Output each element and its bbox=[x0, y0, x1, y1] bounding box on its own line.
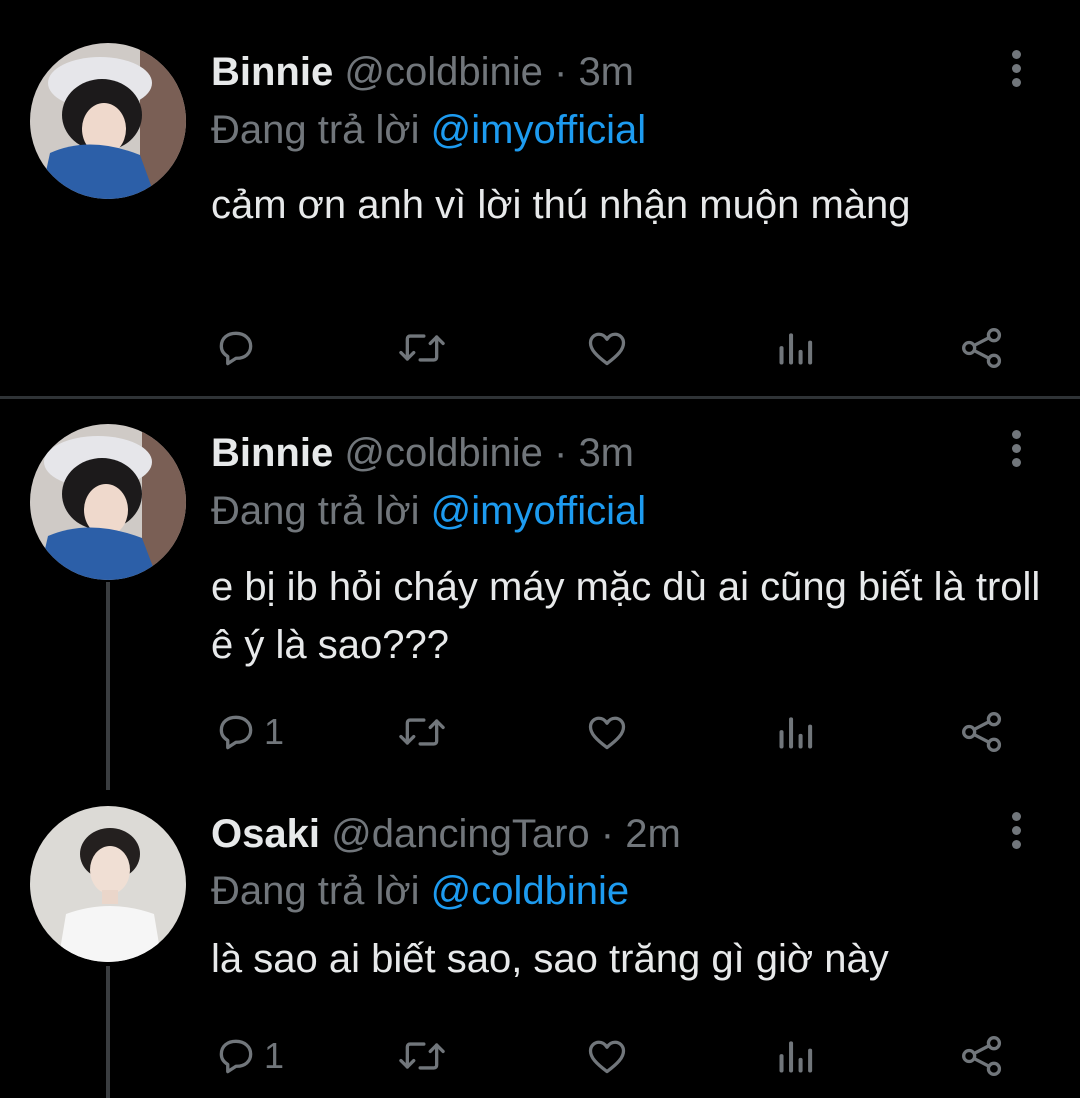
like-button[interactable] bbox=[584, 1026, 630, 1086]
more-icon[interactable] bbox=[1008, 430, 1024, 474]
reply-button[interactable] bbox=[214, 318, 264, 378]
reply-count: 1 bbox=[264, 1035, 285, 1076]
replying-to: Đang trả lời @imyofficial bbox=[211, 102, 646, 158]
retweet-button[interactable] bbox=[396, 702, 448, 762]
author-handle[interactable]: @dancingTaro bbox=[331, 812, 590, 856]
retweet-icon bbox=[399, 718, 445, 746]
author-name[interactable]: Osaki bbox=[211, 812, 320, 856]
replying-to: Đang trả lời @imyofficial bbox=[211, 483, 646, 539]
retweet-icon bbox=[399, 1042, 445, 1070]
share-button[interactable] bbox=[958, 1026, 1006, 1086]
action-bar bbox=[0, 318, 1080, 378]
views-button[interactable] bbox=[774, 702, 818, 762]
like-button[interactable] bbox=[584, 318, 630, 378]
mention-link[interactable]: @imyofficial bbox=[431, 108, 646, 152]
avatar[interactable] bbox=[30, 806, 186, 962]
separator: · bbox=[553, 431, 568, 475]
tweet-header: Osaki @dancingTaro · 2m bbox=[211, 806, 681, 862]
author-handle[interactable]: @coldbinie bbox=[344, 431, 543, 475]
tweet-header: Binnie @coldbinie · 3m bbox=[211, 425, 634, 481]
separator: · bbox=[600, 812, 615, 856]
views-icon bbox=[779, 717, 813, 749]
share-icon bbox=[962, 1036, 1002, 1076]
like-icon bbox=[588, 1040, 626, 1074]
more-icon[interactable] bbox=[1008, 812, 1024, 856]
tweet[interactable]: Binnie @coldbinie · 3m Đang trả lời @imy… bbox=[0, 0, 1080, 396]
avatar[interactable] bbox=[30, 43, 186, 199]
retweet-button[interactable] bbox=[396, 318, 448, 378]
reply-count: 1 bbox=[264, 711, 285, 752]
action-bar: 1 bbox=[0, 1026, 1080, 1086]
views-button[interactable] bbox=[774, 1026, 818, 1086]
reply-icon bbox=[219, 715, 253, 750]
like-icon bbox=[588, 332, 626, 366]
views-icon bbox=[779, 333, 813, 365]
more-icon[interactable] bbox=[1008, 50, 1024, 94]
like-icon bbox=[588, 716, 626, 750]
tweet-text: là sao ai biết sao, sao trăng gì giờ này bbox=[211, 937, 889, 981]
reply-icon bbox=[219, 1039, 253, 1074]
timestamp[interactable]: 3m bbox=[578, 431, 634, 475]
replying-to: Đang trả lời @coldbinie bbox=[211, 863, 629, 919]
divider bbox=[0, 396, 1080, 399]
reply-button[interactable]: 1 bbox=[214, 702, 284, 762]
replying-prefix: Đang trả lời bbox=[211, 869, 420, 913]
timestamp[interactable]: 3m bbox=[578, 50, 634, 94]
like-button[interactable] bbox=[584, 702, 630, 762]
tweet-text: e bị ib hỏi cháy máy mặc dù ai cũng biết… bbox=[211, 565, 1041, 667]
share-button[interactable] bbox=[958, 702, 1006, 762]
action-bar: 1 bbox=[0, 702, 1080, 762]
mention-link[interactable]: @imyofficial bbox=[431, 489, 646, 533]
tweet[interactable]: Binnie @coldbinie · 3m Đang trả lời @imy… bbox=[0, 400, 1080, 790]
timestamp[interactable]: 2m bbox=[625, 812, 681, 856]
share-icon bbox=[962, 712, 1002, 752]
replying-prefix: Đang trả lời bbox=[211, 489, 420, 533]
retweet-button[interactable] bbox=[396, 1026, 448, 1086]
tweet[interactable]: Osaki @dancingTaro · 2m Đang trả lời @co… bbox=[0, 790, 1080, 1098]
reply-button[interactable]: 1 bbox=[214, 1026, 284, 1086]
tweet-text: cảm ơn anh vì lời thú nhận muộn màng bbox=[211, 183, 911, 227]
separator: · bbox=[553, 50, 568, 94]
reply-icon bbox=[219, 331, 253, 366]
views-button[interactable] bbox=[774, 318, 818, 378]
share-icon bbox=[962, 328, 1002, 368]
author-handle[interactable]: @coldbinie bbox=[344, 50, 543, 94]
tweet-header: Binnie @coldbinie · 3m bbox=[211, 44, 634, 100]
author-name[interactable]: Binnie bbox=[211, 431, 333, 475]
mention-link[interactable]: @coldbinie bbox=[431, 869, 630, 913]
share-button[interactable] bbox=[958, 318, 1006, 378]
replying-prefix: Đang trả lời bbox=[211, 108, 420, 152]
retweet-icon bbox=[399, 334, 445, 362]
author-name[interactable]: Binnie bbox=[211, 50, 333, 94]
avatar[interactable] bbox=[30, 424, 186, 580]
views-icon bbox=[779, 1041, 813, 1073]
